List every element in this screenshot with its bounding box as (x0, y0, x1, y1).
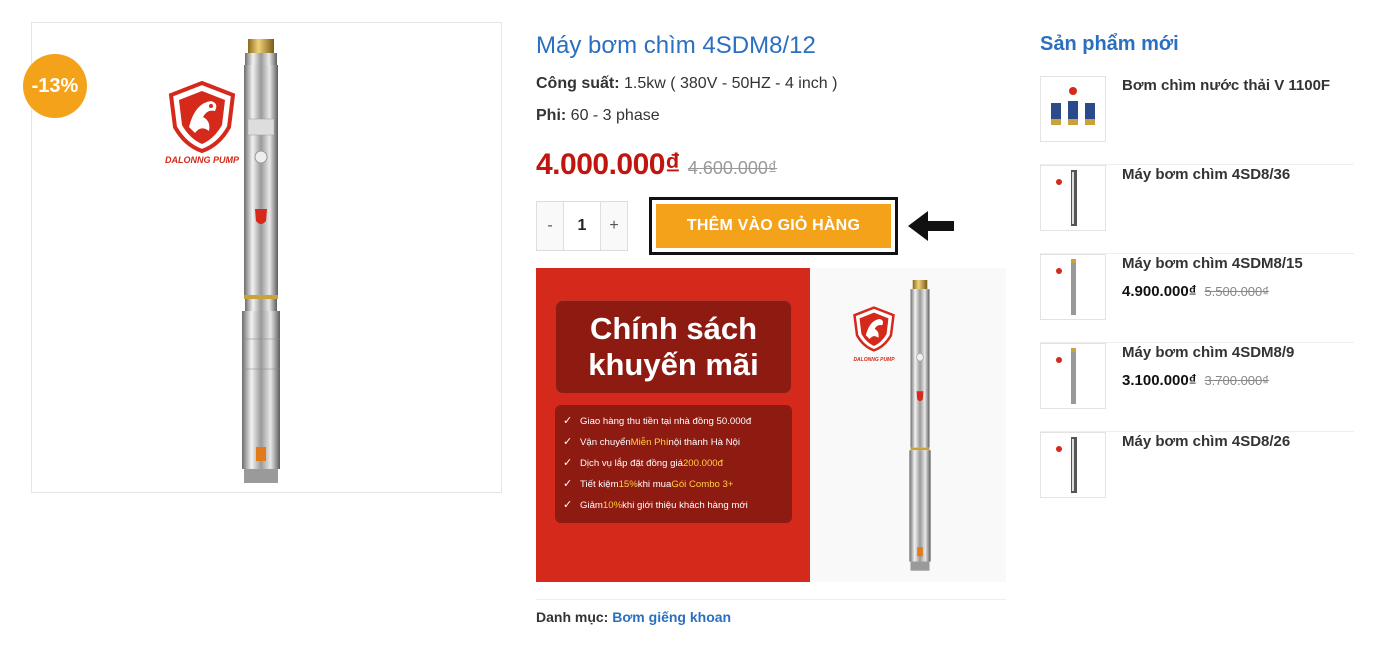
spec-value: 60 - 3 phase (566, 107, 660, 124)
sale-price: 3.100.000₫ (1122, 372, 1197, 389)
promo-list: ✓ Giao hàng thu tiền tại nhà đồng 50.000… (555, 405, 792, 523)
regular-price: 4.600.000₫ (687, 158, 778, 178)
check-icon: ✓ (563, 436, 573, 448)
list-item[interactable]: Bơm chìm nước thải V 1100F (1040, 76, 1354, 165)
category-link[interactable]: Bơm giếng khoan (612, 609, 731, 625)
product-thumbnail[interactable] (1040, 432, 1106, 498)
spec-label: Phi: (536, 107, 567, 124)
arrow-left-icon (908, 211, 954, 241)
promo-highlight: 15% (618, 479, 638, 490)
promo-banner: Chính sách khuyến mãi ✓ Giao hàng thu ti… (536, 268, 1006, 582)
spec-diameter: Phi: 60 - 3 phase (536, 106, 1006, 126)
sewage-pump-icon (1051, 87, 1095, 125)
product-category: Danh mục: Bơm giếng khoan (536, 609, 731, 625)
promo-item-text: nội thành Hà Nội (668, 437, 741, 448)
list-item[interactable]: Máy bơm chìm 4SD8/36 (1040, 165, 1354, 254)
promo-highlight: 10% (602, 500, 623, 511)
spec-value: 1.5kw ( 380V - 50HZ - 4 inch ) (619, 75, 838, 92)
product-thumbnail[interactable] (1040, 165, 1106, 231)
promo-highlight: Miễn Phí (630, 437, 669, 448)
sale-price: 4.900.000₫ (1122, 283, 1197, 300)
pump-thumbnail-icon (1056, 348, 1076, 404)
spec-power: Công suất: 1.5kw ( 380V - 50HZ - 4 inch … (536, 74, 1006, 94)
brand-name: DALONNG PUMP (853, 357, 895, 363)
pump-thumbnail-icon (1056, 437, 1077, 493)
dragon-shield-icon (853, 306, 895, 352)
sale-price: 4.000.000₫ (536, 148, 680, 181)
list-item[interactable]: Máy bơm chìm 4SDM8/9 3.100.000₫ 3.700.00… (1040, 343, 1354, 432)
check-icon: ✓ (563, 478, 573, 490)
new-products-list: Bơm chìm nước thải V 1100F Máy bơm chìm … (1040, 76, 1354, 521)
promo-panel: Chính sách khuyến mãi ✓ Giao hàng thu ti… (536, 268, 810, 582)
product-main-image[interactable]: DALONNG PUMP (31, 22, 502, 493)
price-row: 4.000.000₫ 4.600.000₫ (536, 148, 1006, 182)
promo-item: ✓ Vận chuyển Miễn Phí nội thành Hà Nội (563, 432, 792, 453)
promo-title-line: khuyến mãi (588, 347, 759, 382)
promo-brand-logo: DALONNG PUMP (842, 306, 906, 363)
promo-highlight: 200.000đ (682, 458, 723, 469)
product-thumbnail[interactable] (1040, 254, 1106, 320)
promo-item: ✓ Giao hàng thu tiền tại nhà đồng 50.000… (563, 411, 792, 432)
add-to-cart-row: - 1 + THÊM VÀO GIỎ HÀNG (536, 197, 954, 255)
quantity-increase-button[interactable]: + (601, 202, 627, 250)
product-name[interactable]: Máy bơm chìm 4SDM8/9 (1122, 343, 1294, 363)
product-name[interactable]: Máy bơm chìm 4SDM8/15 (1122, 254, 1303, 274)
promo-item-text: khi mua (637, 479, 672, 490)
sale-badge: -13% (23, 54, 87, 118)
promo-item-text: Giảm (580, 500, 603, 511)
promo-item: ✓ Giảm 10% khi giới thiệu khách hàng mới (563, 495, 792, 516)
new-products-widget: Sản phẩm mới Bơm chìm nước thải V 1100F (1040, 30, 1354, 521)
promo-item-text: Vận chuyển (580, 437, 631, 448)
product-summary: Máy bơm chìm 4SDM8/12 Công suất: 1.5kw (… (536, 30, 1006, 182)
promo-title: Chính sách khuyến mãi (555, 300, 792, 394)
check-icon: ✓ (563, 415, 573, 427)
promo-item: ✓ Tiết kiệm 15% khi mua Gói Combo 3+ (563, 474, 792, 495)
quantity-decrease-button[interactable]: - (537, 202, 563, 250)
regular-price: 3.700.000₫ (1204, 373, 1269, 388)
dragon-shield-icon (168, 81, 236, 153)
promo-item: ✓ Dịch vụ lắp đặt đồng giá 200.000đ (563, 453, 792, 474)
product-name[interactable]: Bơm chìm nước thải V 1100F (1122, 76, 1330, 96)
product-name[interactable]: Máy bơm chìm 4SD8/36 (1122, 165, 1290, 185)
product-thumbnail[interactable] (1040, 76, 1106, 142)
product-name[interactable]: Máy bơm chìm 4SD8/26 (1122, 432, 1290, 452)
quantity-input[interactable]: 1 (563, 202, 601, 250)
product-thumbnail[interactable] (1040, 343, 1106, 409)
pump-thumbnail-icon (1056, 170, 1077, 226)
list-item[interactable]: Máy bơm chìm 4SD8/26 (1040, 432, 1354, 521)
add-to-cart-highlight: THÊM VÀO GIỎ HÀNG (649, 197, 898, 255)
pump-promo-image (909, 280, 931, 571)
divider (536, 599, 1006, 600)
product-title: Máy bơm chìm 4SDM8/12 (536, 32, 816, 59)
spec-label: Công suất: (536, 75, 620, 92)
widget-title: Sản phẩm mới (1040, 33, 1179, 55)
add-to-cart-button[interactable]: THÊM VÀO GIỎ HÀNG (656, 204, 891, 248)
product-prices: 3.100.000₫ 3.700.000₫ (1122, 372, 1269, 389)
check-icon: ✓ (563, 457, 573, 469)
regular-price: 5.500.000₫ (1204, 284, 1269, 299)
product-prices: 4.900.000₫ 5.500.000₫ (1122, 283, 1269, 300)
pump-thumbnail-icon (1056, 259, 1076, 315)
promo-item-text: khi giới thiệu khách hàng mới (622, 500, 748, 511)
quantity-stepper: - 1 + (536, 201, 628, 251)
check-icon: ✓ (563, 499, 573, 511)
list-item[interactable]: Máy bơm chìm 4SDM8/15 4.900.000₫ 5.500.0… (1040, 254, 1354, 343)
category-label: Danh mục: (536, 609, 609, 625)
promo-item-text: Tiết kiệm (580, 479, 619, 490)
promo-title-line: Chính sách (589, 311, 758, 346)
promo-highlight: Gói Combo 3+ (671, 479, 734, 490)
promo-item-text: Giao hàng thu tiền tại nhà đồng 50.000đ (580, 416, 752, 427)
promo-item-text: Dịch vụ lắp đặt đồng giá (580, 458, 683, 469)
pump-product-image (242, 39, 280, 483)
